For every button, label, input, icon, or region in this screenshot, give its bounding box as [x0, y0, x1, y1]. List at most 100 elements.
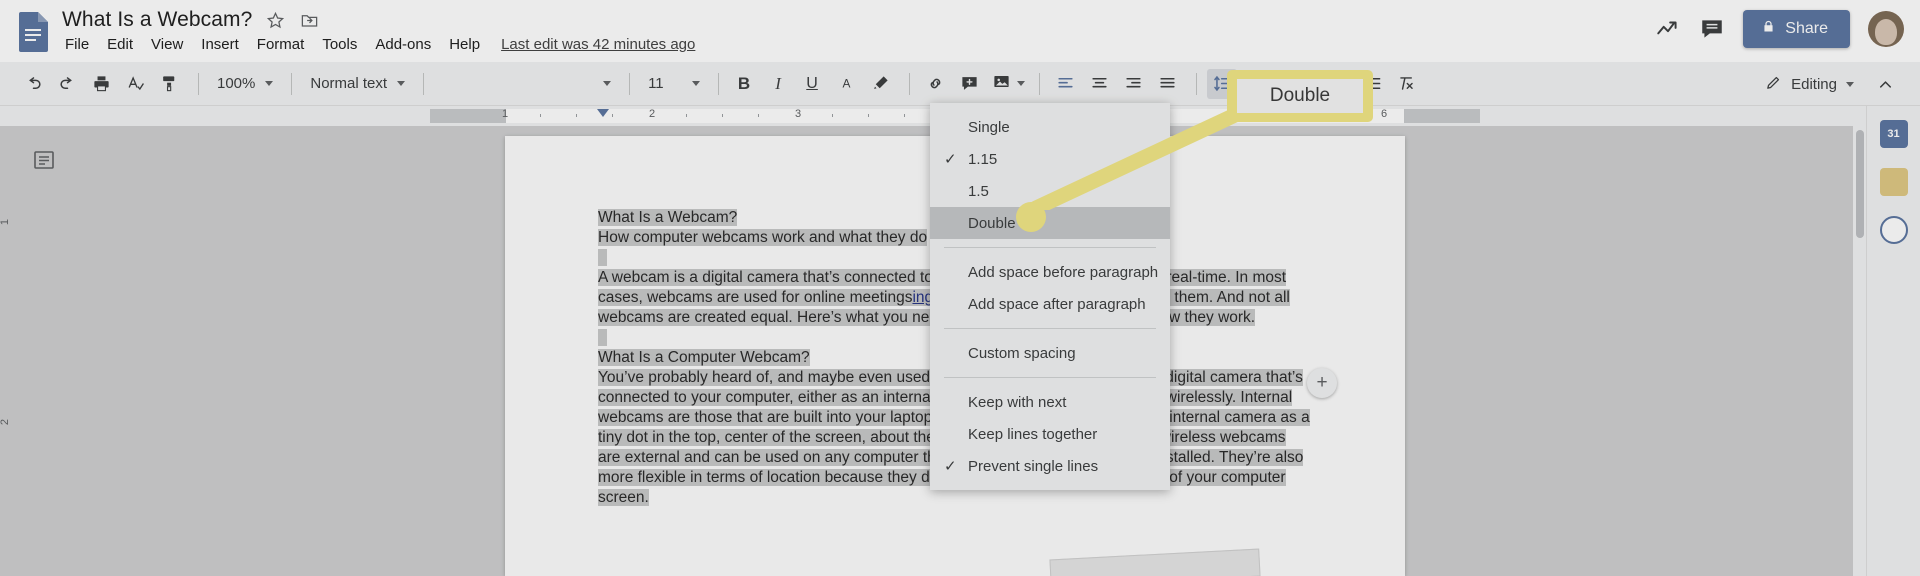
scrollbar-thumb[interactable] — [1856, 130, 1864, 238]
underline-button[interactable]: U — [797, 69, 827, 99]
vertical-ruler: 1 2 — [0, 126, 18, 576]
editing-mode-button[interactable]: Editing — [1755, 70, 1864, 99]
align-left-icon[interactable] — [1050, 69, 1080, 99]
editing-mode-label: Editing — [1791, 75, 1837, 93]
menu-item-label: Prevent single lines — [968, 457, 1099, 475]
menu-item-double[interactable]: Double — [930, 207, 1170, 239]
chevron-down-icon — [603, 81, 612, 86]
toolbar-divider — [423, 72, 425, 95]
undo-icon[interactable] — [18, 69, 48, 99]
menu-file[interactable]: File — [56, 34, 98, 55]
move-to-folder-icon[interactable] — [298, 9, 320, 31]
link-icon[interactable] — [920, 69, 950, 99]
menu-item-add-space-before[interactable]: Add space before paragraph — [930, 256, 1170, 288]
document-outline-icon[interactable] — [32, 148, 58, 174]
google-docs-window: What Is a Webcam? File Edit View Insert … — [0, 0, 1920, 576]
calendar-date-label: 31 — [1887, 128, 1900, 140]
add-comment-plus-icon: + — [1316, 372, 1328, 393]
chevron-down-icon — [692, 81, 701, 86]
zoom-value: 100% — [217, 75, 256, 92]
google-keep-icon[interactable] — [1879, 168, 1908, 196]
share-button[interactable]: Share — [1743, 10, 1850, 48]
menu-item-custom-spacing[interactable]: Custom spacing — [930, 337, 1170, 369]
menu-item-keep-with-next[interactable]: Keep with next — [930, 386, 1170, 418]
menu-format[interactable]: Format — [248, 34, 314, 55]
ruler-left-margin[interactable] — [430, 109, 505, 123]
chevron-down-icon — [1017, 81, 1026, 86]
menu-item-label: Keep with next — [968, 393, 1067, 411]
highlight-icon[interactable] — [865, 69, 895, 99]
toolbar-divider — [1196, 72, 1198, 95]
menu-item-1-5[interactable]: 1.5 — [930, 175, 1170, 207]
activity-dashboard-icon[interactable] — [1655, 16, 1681, 42]
align-center-icon[interactable] — [1084, 69, 1114, 99]
docs-icon[interactable] — [18, 12, 48, 52]
vruler-number: 1 — [0, 218, 12, 226]
avatar-face — [1875, 19, 1897, 45]
print-icon[interactable] — [86, 69, 116, 99]
align-justify-icon[interactable] — [1152, 69, 1182, 99]
indent-marker[interactable] — [597, 109, 609, 117]
pencil-icon — [1765, 74, 1782, 95]
google-calendar-icon[interactable]: 31 — [1879, 120, 1908, 148]
toolbar-divider — [1039, 72, 1041, 95]
menu-item-label: Add space before paragraph — [968, 263, 1159, 281]
redo-icon[interactable] — [52, 69, 82, 99]
page-title[interactable]: What Is a Webcam? — [62, 8, 252, 32]
google-tasks-icon[interactable] — [1879, 216, 1908, 244]
menu-view[interactable]: View — [142, 34, 192, 55]
document-inline-image[interactable] — [1049, 548, 1261, 576]
style-value: Normal text — [310, 75, 388, 92]
menu-bar: File Edit View Insert Format Tools Add-o… — [56, 34, 695, 55]
spelling-check-icon[interactable] — [120, 69, 150, 99]
font-size-value: 11 — [648, 75, 664, 92]
menu-item-keep-lines-together[interactable]: Keep lines together — [930, 418, 1170, 450]
menu-tools[interactable]: Tools — [313, 34, 366, 55]
comment-history-icon[interactable] — [1699, 16, 1725, 42]
add-comment-button[interactable]: + — [1307, 368, 1337, 398]
chevron-down-icon — [1846, 81, 1854, 87]
avatar[interactable] — [1868, 11, 1904, 47]
menu-item-label: Keep lines together — [968, 425, 1098, 443]
align-right-icon[interactable] — [1118, 69, 1148, 99]
doc-heading-1-text: What Is a Webcam? — [598, 209, 738, 226]
collapse-toolbar-icon[interactable] — [1870, 69, 1900, 99]
menu-item-label: 1.15 — [968, 150, 998, 168]
text-color-icon[interactable]: A — [831, 69, 861, 99]
vertical-scrollbar[interactable] — [1853, 126, 1866, 576]
clear-formatting-icon[interactable] — [1391, 69, 1421, 99]
title-row: What Is a Webcam? — [62, 8, 320, 32]
doc-subtitle-text: How computer webcams work and what they … — [598, 229, 928, 246]
bold-button[interactable]: B — [729, 69, 759, 99]
chevron-down-icon — [397, 81, 406, 86]
zoom-selector[interactable]: 100% — [209, 69, 281, 99]
menu-item-label: Single — [968, 118, 1010, 136]
menu-insert[interactable]: Insert — [192, 34, 248, 55]
menu-item-single[interactable]: Single — [930, 111, 1170, 143]
paragraph-style-selector[interactable]: Normal text — [302, 69, 413, 99]
menu-item-add-space-after[interactable]: Add space after paragraph — [930, 288, 1170, 320]
toolbar-divider — [629, 72, 631, 95]
ruler-right-margin[interactable] — [1405, 109, 1480, 123]
paint-format-icon[interactable] — [154, 69, 184, 99]
last-edit-link[interactable]: Last edit was 42 minutes ago — [501, 36, 695, 53]
font-size-selector[interactable]: 11 — [640, 69, 708, 99]
menu-addons[interactable]: Add-ons — [366, 34, 440, 55]
line-spacing-dropdown[interactable]: Single ✓ 1.15 1.5 Double Add space befor… — [930, 103, 1170, 490]
menu-item-prevent-single-lines[interactable]: ✓ Prevent single lines — [930, 450, 1170, 482]
svg-text:A: A — [842, 76, 850, 90]
star-icon[interactable] — [264, 9, 286, 31]
menu-item-1-15[interactable]: ✓ 1.15 — [930, 143, 1170, 175]
check-icon: ✓ — [944, 151, 957, 168]
italic-button[interactable]: I — [763, 69, 793, 99]
font-selector[interactable] — [434, 69, 619, 99]
check-icon: ✓ — [944, 458, 957, 475]
insert-image-button[interactable] — [988, 69, 1029, 99]
insert-image-icon — [992, 72, 1011, 95]
menu-edit[interactable]: Edit — [98, 34, 142, 55]
callout-box: Double — [1227, 70, 1373, 122]
lock-icon — [1761, 19, 1776, 39]
add-comment-icon[interactable] — [954, 69, 984, 99]
share-label: Share — [1785, 20, 1828, 37]
menu-help[interactable]: Help — [440, 34, 489, 55]
